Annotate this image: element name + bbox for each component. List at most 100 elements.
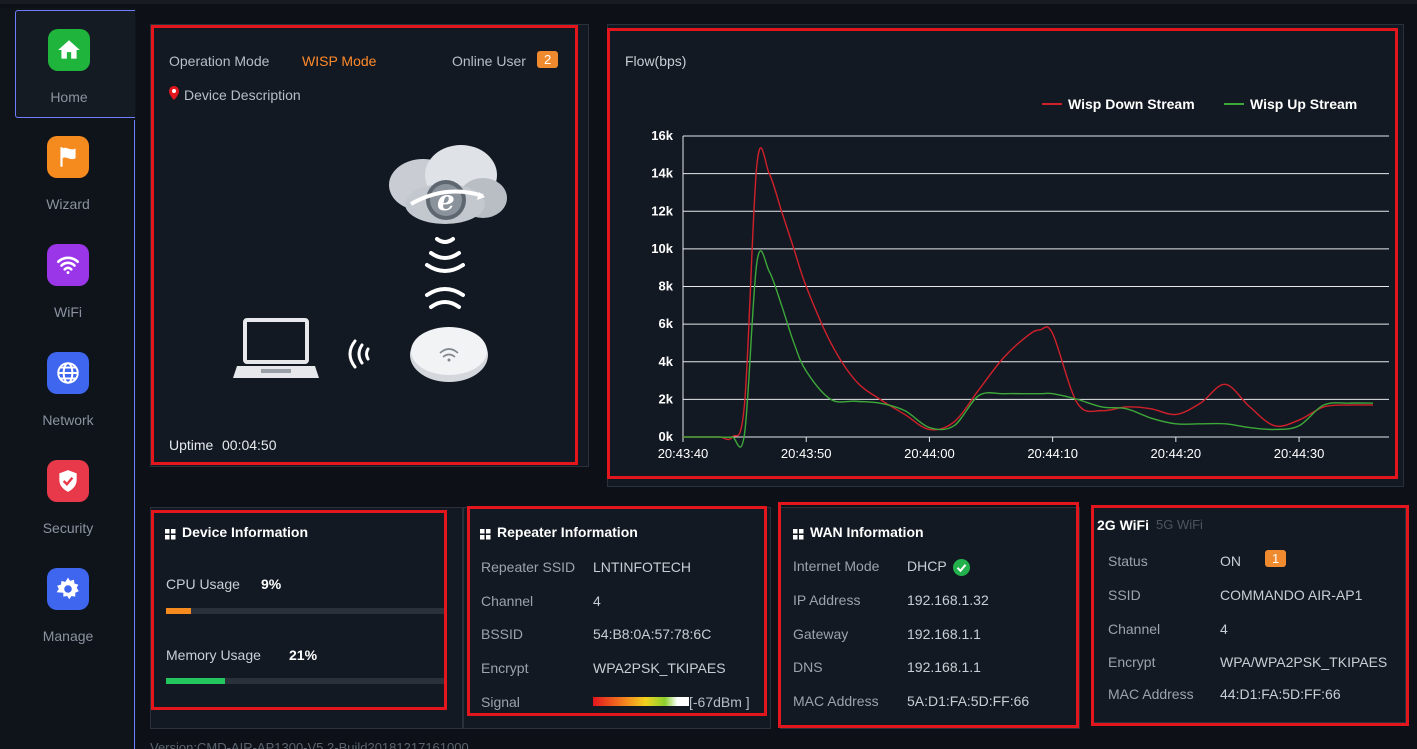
memory-usage-bar (166, 678, 446, 684)
x-tick-label: 20:44:30 (1274, 446, 1325, 461)
online-user-label: Online User (452, 53, 526, 69)
signal-strength-bar (593, 697, 689, 706)
nav-wifi[interactable]: WiFi (15, 226, 135, 334)
repeater-info-panel: Repeater Information Repeater SSID LNTIN… (463, 507, 771, 729)
device-info-panel: Device Information CPU Usage 9% Memory U… (150, 507, 463, 729)
home-icon (48, 29, 90, 71)
check-circle-icon (953, 559, 970, 576)
nav-wizard-label: Wizard (46, 196, 90, 212)
nav-security-label: Security (42, 520, 94, 536)
operation-mode-value: WISP Mode (302, 53, 377, 69)
cpu-usage-bar-fill (166, 608, 192, 614)
x-tick-label: 20:44:10 (1027, 446, 1078, 461)
dns-label: DNS (793, 659, 823, 675)
y-tick-label: 8k (659, 279, 674, 294)
top-bar (0, 0, 1417, 4)
wifi-channel-value: 4 (1220, 621, 1228, 637)
memory-usage-bar-fill (166, 678, 225, 684)
x-tick-label: 20:43:40 (658, 446, 709, 461)
ip-address-label: IP Address (793, 592, 861, 608)
gear-icon (47, 568, 89, 610)
nav-network[interactable]: Network (15, 334, 135, 442)
uptime-value: 00:04:50 (222, 437, 277, 453)
laptop-icon (233, 318, 319, 380)
cloud-internet-icon: e (383, 140, 509, 235)
sidebar-divider (134, 120, 135, 749)
cpu-usage-value: 9% (261, 576, 282, 592)
wireless-waves-icon (343, 337, 373, 371)
dns-value: 192.168.1.1 (907, 659, 981, 675)
repeater-signal-value: [-67dBm ] (689, 694, 750, 710)
wifi-ssid-value: COMMANDO AIR-AP1 (1220, 587, 1363, 603)
nav-home-label: Home (50, 89, 88, 105)
wan-info-panel: WAN Information Internet Mode DHCP IP Ad… (780, 507, 1080, 729)
repeater-encrypt-value: WPA2PSK_TKIPAES (593, 660, 726, 676)
sidebar: Home Wizard WiFi Network Security Manage (0, 8, 136, 749)
globe-icon (47, 352, 89, 394)
repeater-ssid-label: Repeater SSID (481, 559, 576, 575)
nav-wizard[interactable]: Wizard (15, 118, 135, 226)
y-tick-label: 14k (651, 166, 673, 181)
wan-mac-address-label: MAC Address (793, 693, 879, 709)
firmware-version: Version:CMD-AIR-AP1300-V5.2-Build2018121… (150, 740, 469, 749)
repeater-encrypt-label: Encrypt (481, 660, 529, 676)
wifi-info-panel: 2G WiFi 5G WiFi Status ON 1 SSID COMMAND… (1092, 507, 1406, 723)
internet-mode-label: Internet Mode (793, 558, 880, 574)
wan-mac-address-value: 5A:D1:FA:5D:FF:66 (907, 693, 1030, 709)
x-tick-label: 20:44:00 (904, 446, 955, 461)
wifi-status-value: ON (1220, 553, 1241, 569)
y-tick-label: 0k (659, 429, 674, 444)
access-point-icon (409, 323, 489, 383)
repeater-bssid-value: 54:B8:0A:57:78:6C (593, 626, 712, 642)
overview-panel: Operation Mode WISP Mode Online User 2 D… (150, 24, 589, 467)
y-tick-label: 10k (651, 241, 673, 256)
gateway-label: Gateway (793, 626, 849, 642)
repeater-ssid-value: LNTINFOTECH (593, 559, 691, 575)
online-user-badge[interactable]: 2 (537, 51, 559, 68)
device-description-label[interactable]: Device Description (184, 87, 301, 103)
grid-icon (480, 527, 491, 539)
wifi-channel-label: Channel (1108, 621, 1161, 637)
repeater-bssid-label: BSSID (481, 626, 524, 642)
grid-icon (793, 527, 804, 539)
ip-address-value: 192.168.1.32 (907, 592, 989, 608)
nav-network-label: Network (42, 412, 94, 428)
tab-5g-wifi[interactable]: 5G WiFi (1156, 517, 1203, 532)
shield-icon (47, 460, 89, 502)
wifi-icon (47, 244, 89, 286)
cpu-usage-label: CPU Usage (166, 576, 240, 592)
device-info-title: Device Information (165, 524, 308, 540)
repeater-signal-label: Signal (481, 694, 520, 710)
wifi-mac-address-label: MAC Address (1108, 686, 1194, 702)
nav-security[interactable]: Security (15, 442, 135, 550)
nav-home[interactable]: Home (15, 10, 135, 118)
nav-wifi-label: WiFi (54, 304, 82, 320)
memory-usage-label: Memory Usage (166, 647, 261, 663)
gateway-value: 192.168.1.1 (907, 626, 981, 642)
repeater-channel-label: Channel (481, 593, 534, 609)
y-tick-label: 16k (651, 128, 673, 143)
y-tick-label: 4k (659, 354, 674, 369)
y-tick-label: 12k (651, 203, 673, 218)
location-pin-icon (169, 86, 179, 100)
flow-chart-panel: Flow(bps) Wisp Down Stream Wisp Up Strea… (607, 24, 1404, 487)
tab-2g-wifi[interactable]: 2G WiFi (1097, 517, 1149, 533)
wifi-client-count-badge[interactable]: 1 (1265, 550, 1287, 567)
nav-manage[interactable]: Manage (15, 550, 135, 658)
down-stream-line (683, 147, 1373, 441)
repeater-info-title: Repeater Information (480, 524, 638, 540)
repeater-info-title-text: Repeater Information (497, 524, 638, 540)
operation-mode-label: Operation Mode (169, 53, 270, 69)
y-tick-label: 6k (659, 316, 674, 331)
nav-manage-label: Manage (42, 628, 94, 644)
x-tick-label: 20:43:50 (781, 446, 832, 461)
flow-chart: 0k 2k 4k 6k 8k 10k 12k 14k 16k 20:43:40 20:43:50 20… (651, 128, 1389, 461)
signal-waves-icon (423, 233, 467, 313)
repeater-channel-value: 4 (593, 593, 601, 609)
wan-info-title: WAN Information (793, 524, 924, 540)
memory-usage-value: 21% (289, 647, 318, 663)
wan-info-title-text: WAN Information (810, 524, 924, 540)
flag-icon (47, 136, 89, 178)
x-tick-label: 20:44:20 (1151, 446, 1202, 461)
device-info-title-text: Device Information (182, 524, 309, 540)
